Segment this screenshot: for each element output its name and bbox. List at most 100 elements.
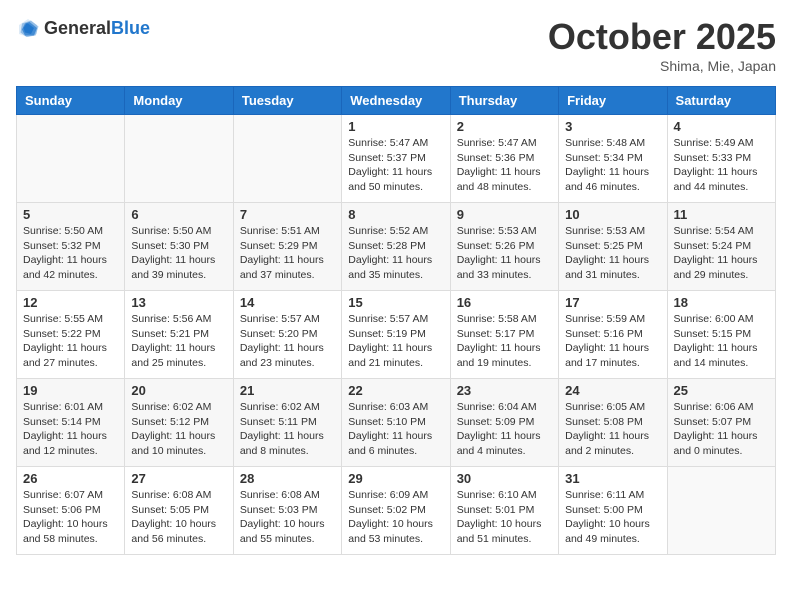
calendar-cell: 15Sunrise: 5:57 AM Sunset: 5:19 PM Dayli… — [342, 291, 450, 379]
day-number: 17 — [565, 295, 660, 310]
calendar-cell: 9 Sunrise: 5:53 AM Sunset: 5:26 PM Daylig… — [450, 203, 558, 291]
title-area: October 2025 Shima, Mie, Japan — [548, 16, 776, 74]
day-info: Sunrise: 5:48 AM Sunset: 5:34 PM Dayligh… — [565, 136, 660, 195]
day-number: 24 — [565, 383, 660, 398]
weekday-header-saturday: Saturday — [667, 87, 775, 115]
logo-general: General — [44, 18, 111, 38]
calendar-cell: 2 Sunrise: 5:47 AM Sunset: 5:36 PM Daylig… — [450, 115, 558, 203]
day-number: 19 — [23, 383, 118, 398]
day-number: 11 — [674, 207, 769, 222]
day-number: 5 — [23, 207, 118, 222]
weekday-header-friday: Friday — [559, 87, 667, 115]
calendar-cell: 4 Sunrise: 5:49 AM Sunset: 5:33 PM Daylig… — [667, 115, 775, 203]
location-subtitle: Shima, Mie, Japan — [548, 58, 776, 74]
day-info: Sunrise: 5:52 AM Sunset: 5:28 PM Dayligh… — [348, 224, 443, 283]
calendar-cell: 7Sunrise: 5:51 AM Sunset: 5:29 PM Daylig… — [233, 203, 341, 291]
day-info: Sunrise: 6:08 AM Sunset: 5:03 PM Dayligh… — [240, 488, 335, 547]
weekday-header-thursday: Thursday — [450, 87, 558, 115]
day-info: Sunrise: 5:53 AM Sunset: 5:26 PM Dayligh… — [457, 224, 552, 283]
day-number: 2 — [457, 119, 552, 134]
day-info: Sunrise: 6:02 AM Sunset: 5:11 PM Dayligh… — [240, 400, 335, 459]
day-info: Sunrise: 5:56 AM Sunset: 5:21 PM Dayligh… — [131, 312, 226, 371]
weekday-header-wednesday: Wednesday — [342, 87, 450, 115]
calendar-cell — [17, 115, 125, 203]
day-info: Sunrise: 5:51 AM Sunset: 5:29 PM Dayligh… — [240, 224, 335, 283]
calendar-cell: 14 Sunrise: 5:57 AM Sunset: 5:20 PM Dayli… — [233, 291, 341, 379]
day-number: 23 — [457, 383, 552, 398]
day-number: 28 — [240, 471, 335, 486]
day-info: Sunrise: 5:50 AM Sunset: 5:32 PM Dayligh… — [23, 224, 118, 283]
calendar-cell: 28 Sunrise: 6:08 AM Sunset: 5:03 PM Dayli… — [233, 467, 341, 555]
day-number: 6 — [131, 207, 226, 222]
day-info: Sunrise: 6:06 AM Sunset: 5:07 PM Dayligh… — [674, 400, 769, 459]
calendar-cell: 30Sunrise: 6:10 AM Sunset: 5:01 PM Dayli… — [450, 467, 558, 555]
calendar-cell: 25 Sunrise: 6:06 AM Sunset: 5:07 PM Dayli… — [667, 379, 775, 467]
day-number: 20 — [131, 383, 226, 398]
calendar-cell: 19 Sunrise: 6:01 AM Sunset: 5:14 PM Dayli… — [17, 379, 125, 467]
calendar-cell: 16 Sunrise: 5:58 AM Sunset: 5:17 PM Dayli… — [450, 291, 558, 379]
calendar-week-row: 19 Sunrise: 6:01 AM Sunset: 5:14 PM Dayli… — [17, 379, 776, 467]
day-info: Sunrise: 5:57 AM Sunset: 5:19 PM Dayligh… — [348, 312, 443, 371]
day-number: 8 — [348, 207, 443, 222]
weekday-header-monday: Monday — [125, 87, 233, 115]
calendar-week-row: 1Sunrise: 5:47 AM Sunset: 5:37 PM Daylig… — [17, 115, 776, 203]
calendar-cell: 21Sunrise: 6:02 AM Sunset: 5:11 PM Dayli… — [233, 379, 341, 467]
day-info: Sunrise: 5:53 AM Sunset: 5:25 PM Dayligh… — [565, 224, 660, 283]
day-info: Sunrise: 6:11 AM Sunset: 5:00 PM Dayligh… — [565, 488, 660, 547]
calendar-cell: 20 Sunrise: 6:02 AM Sunset: 5:12 PM Dayli… — [125, 379, 233, 467]
calendar-cell: 24 Sunrise: 6:05 AM Sunset: 5:08 PM Dayli… — [559, 379, 667, 467]
day-info: Sunrise: 5:47 AM Sunset: 5:36 PM Dayligh… — [457, 136, 552, 195]
logo-icon — [16, 16, 40, 40]
calendar-week-row: 26Sunrise: 6:07 AM Sunset: 5:06 PM Dayli… — [17, 467, 776, 555]
header: GeneralBlue October 2025 Shima, Mie, Jap… — [16, 16, 776, 74]
calendar-cell: 11 Sunrise: 5:54 AM Sunset: 5:24 PM Dayli… — [667, 203, 775, 291]
logo-text: GeneralBlue — [44, 18, 150, 39]
day-info: Sunrise: 6:10 AM Sunset: 5:01 PM Dayligh… — [457, 488, 552, 547]
weekday-header-sunday: Sunday — [17, 87, 125, 115]
day-info: Sunrise: 5:55 AM Sunset: 5:22 PM Dayligh… — [23, 312, 118, 371]
day-number: 31 — [565, 471, 660, 486]
day-info: Sunrise: 5:58 AM Sunset: 5:17 PM Dayligh… — [457, 312, 552, 371]
day-info: Sunrise: 5:49 AM Sunset: 5:33 PM Dayligh… — [674, 136, 769, 195]
calendar-cell: 1Sunrise: 5:47 AM Sunset: 5:37 PM Daylig… — [342, 115, 450, 203]
calendar-cell: 26Sunrise: 6:07 AM Sunset: 5:06 PM Dayli… — [17, 467, 125, 555]
calendar-cell — [667, 467, 775, 555]
day-info: Sunrise: 5:54 AM Sunset: 5:24 PM Dayligh… — [674, 224, 769, 283]
day-number: 27 — [131, 471, 226, 486]
day-number: 3 — [565, 119, 660, 134]
day-info: Sunrise: 5:59 AM Sunset: 5:16 PM Dayligh… — [565, 312, 660, 371]
logo: GeneralBlue — [16, 16, 150, 40]
day-number: 9 — [457, 207, 552, 222]
calendar-cell: 13Sunrise: 5:56 AM Sunset: 5:21 PM Dayli… — [125, 291, 233, 379]
calendar-week-row: 5 Sunrise: 5:50 AM Sunset: 5:32 PM Daylig… — [17, 203, 776, 291]
calendar-cell: 10 Sunrise: 5:53 AM Sunset: 5:25 PM Dayli… — [559, 203, 667, 291]
day-number: 25 — [674, 383, 769, 398]
calendar-cell: 6Sunrise: 5:50 AM Sunset: 5:30 PM Daylig… — [125, 203, 233, 291]
logo-blue: Blue — [111, 18, 150, 38]
calendar-cell: 5 Sunrise: 5:50 AM Sunset: 5:32 PM Daylig… — [17, 203, 125, 291]
day-info: Sunrise: 6:03 AM Sunset: 5:10 PM Dayligh… — [348, 400, 443, 459]
day-number: 14 — [240, 295, 335, 310]
calendar-cell: 31 Sunrise: 6:11 AM Sunset: 5:00 PM Dayli… — [559, 467, 667, 555]
calendar-cell: 17 Sunrise: 5:59 AM Sunset: 5:16 PM Dayli… — [559, 291, 667, 379]
calendar-week-row: 12 Sunrise: 5:55 AM Sunset: 5:22 PM Dayli… — [17, 291, 776, 379]
calendar-cell: 22 Sunrise: 6:03 AM Sunset: 5:10 PM Dayli… — [342, 379, 450, 467]
calendar-table: SundayMondayTuesdayWednesdayThursdayFrid… — [16, 86, 776, 555]
day-number: 22 — [348, 383, 443, 398]
calendar-cell: 23 Sunrise: 6:04 AM Sunset: 5:09 PM Dayli… — [450, 379, 558, 467]
day-info: Sunrise: 6:05 AM Sunset: 5:08 PM Dayligh… — [565, 400, 660, 459]
day-number: 12 — [23, 295, 118, 310]
day-info: Sunrise: 6:02 AM Sunset: 5:12 PM Dayligh… — [131, 400, 226, 459]
day-info: Sunrise: 6:01 AM Sunset: 5:14 PM Dayligh… — [23, 400, 118, 459]
day-number: 10 — [565, 207, 660, 222]
day-info: Sunrise: 6:07 AM Sunset: 5:06 PM Dayligh… — [23, 488, 118, 547]
day-info: Sunrise: 6:04 AM Sunset: 5:09 PM Dayligh… — [457, 400, 552, 459]
day-number: 4 — [674, 119, 769, 134]
calendar-cell: 8 Sunrise: 5:52 AM Sunset: 5:28 PM Daylig… — [342, 203, 450, 291]
day-info: Sunrise: 6:08 AM Sunset: 5:05 PM Dayligh… — [131, 488, 226, 547]
calendar-cell — [233, 115, 341, 203]
day-number: 16 — [457, 295, 552, 310]
calendar-cell: 18Sunrise: 6:00 AM Sunset: 5:15 PM Dayli… — [667, 291, 775, 379]
weekday-header-tuesday: Tuesday — [233, 87, 341, 115]
day-info: Sunrise: 5:57 AM Sunset: 5:20 PM Dayligh… — [240, 312, 335, 371]
